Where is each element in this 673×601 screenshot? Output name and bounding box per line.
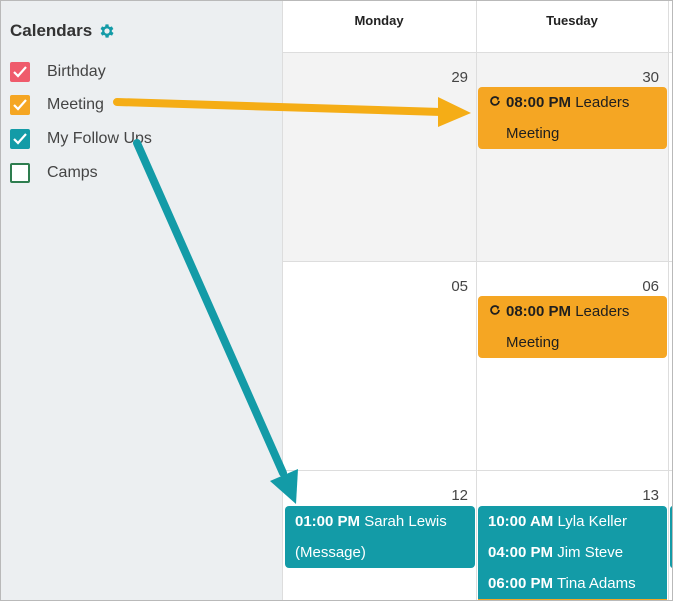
calendar-toggle-my-follow-ups[interactable]: My Follow Ups — [10, 128, 152, 150]
grid-line — [476, 1, 477, 600]
event-time: 08:00 PM — [506, 94, 572, 111]
event-title-line2: Meeting — [506, 334, 560, 351]
calendar-label-birthday: Birthday — [47, 63, 106, 80]
calendar-toggle-meeting[interactable]: Meeting — [10, 94, 104, 116]
event-sarah-lewis[interactable]: 01:00 PM Sarah Lewis (Message) — [285, 506, 475, 568]
follow-ups-checkbox[interactable] — [10, 129, 30, 149]
calendar-label-camps: Camps — [47, 164, 98, 181]
grid-line — [668, 1, 669, 600]
event-list-followups: 10:00 AM Lyla Keller 04:00 PM Jim Steve … — [478, 506, 667, 600]
event-time: 04:00 PM — [488, 544, 554, 561]
event-leaders-meeting[interactable]: 08:00 PM Leaders Meeting — [478, 87, 667, 149]
day-number[interactable]: 05 — [422, 278, 468, 295]
day-number[interactable]: 12 — [422, 487, 468, 504]
event-title: Tina Adams — [556, 575, 636, 592]
calendar-window: Calendars Birthday Meeting My Follow Ups… — [0, 0, 673, 601]
event-time: 01:00 PM — [295, 513, 361, 530]
refresh-icon — [490, 305, 500, 315]
event-tina-adams[interactable]: 06:00 PM Tina Adams — [488, 568, 657, 599]
event-title: Sarah Lewis — [364, 513, 447, 530]
event-title: Leaders — [575, 94, 630, 111]
event-title-line2: (Message) — [295, 544, 366, 561]
calendars-header: Calendars — [10, 21, 116, 41]
event-lyla-keller[interactable]: 10:00 AM Lyla Keller — [488, 506, 657, 537]
event-jim-steve[interactable]: 04:00 PM Jim Steve — [488, 537, 657, 568]
calendar-grid: Monday Tuesday 29 30 05 06 12 13 08:00 P… — [282, 1, 672, 600]
day-header-tuesday: Tuesday — [546, 13, 598, 28]
event-title-line2: Meeting — [506, 125, 560, 142]
calendar-label-my-follow-ups: My Follow Ups — [47, 130, 152, 147]
grid-line — [282, 52, 672, 53]
grid-line — [282, 261, 672, 262]
grid-line — [282, 1, 283, 600]
day-number[interactable]: 29 — [422, 69, 468, 86]
camps-checkbox[interactable] — [10, 163, 30, 183]
calendar-label-meeting: Meeting — [47, 96, 104, 113]
event-leaders-meeting[interactable]: 08:00 PM Leaders Meeting — [478, 296, 667, 358]
event-time: 06:00 PM — [488, 575, 554, 592]
day-header-monday: Monday — [354, 13, 404, 28]
calendar-sidebar: Calendars Birthday Meeting My Follow Ups… — [1, 1, 282, 600]
refresh-icon — [490, 96, 500, 106]
calendar-toggle-birthday[interactable]: Birthday — [10, 61, 106, 83]
day-number[interactable]: 30 — [612, 69, 659, 86]
gear-icon[interactable] — [98, 22, 116, 40]
day-number[interactable]: 06 — [612, 278, 659, 295]
meeting-checkbox[interactable] — [10, 95, 30, 115]
event-time: 10:00 AM — [488, 513, 554, 530]
event-title: Lyla Keller — [557, 513, 627, 530]
birthday-checkbox[interactable] — [10, 62, 30, 82]
calendar-toggle-camps[interactable]: Camps — [10, 162, 98, 184]
event-time: 08:00 PM — [506, 303, 572, 320]
event-title: Leaders — [575, 303, 630, 320]
event-title: Jim Steve — [557, 544, 624, 561]
day-number[interactable]: 13 — [612, 487, 659, 504]
grid-line — [282, 470, 672, 471]
calendars-title: Calendars — [10, 21, 93, 40]
previous-month-week — [282, 53, 668, 261]
